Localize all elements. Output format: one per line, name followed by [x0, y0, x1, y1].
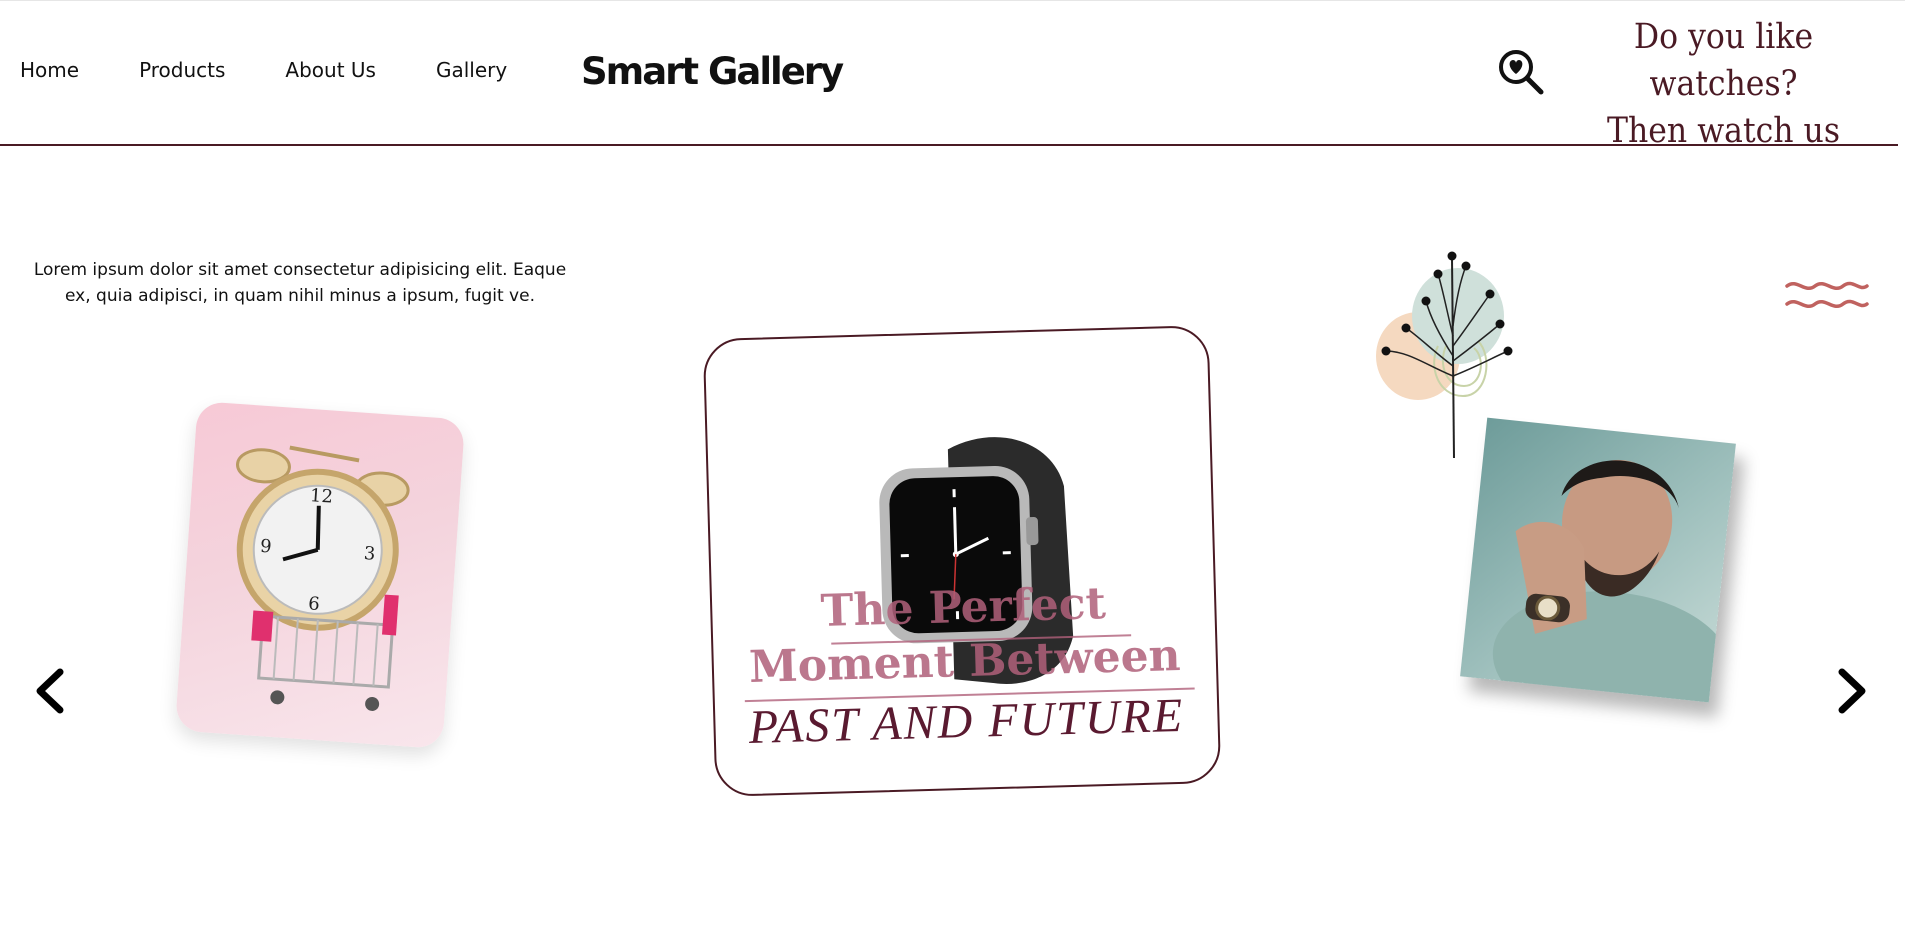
- slider-prev-button[interactable]: [30, 666, 70, 716]
- hero-description: Lorem ipsum dolor sit amet consectetur a…: [33, 260, 567, 306]
- search-button[interactable]: [1497, 48, 1545, 96]
- man-with-watch-image: [1492, 459, 1732, 703]
- slide-card-center[interactable]: The Perfect Moment Between PAST AND FUTU…: [702, 325, 1222, 797]
- alarm-clock-cart-image: 12 3 6 9: [236, 445, 410, 711]
- slide-card-left[interactable]: 12 3 6 9: [174, 401, 466, 749]
- nav-about-us[interactable]: About Us: [285, 58, 376, 82]
- svg-text:9: 9: [259, 536, 272, 558]
- tagline-line-1: Do you like watches?: [1633, 17, 1814, 104]
- heart-magnifier-icon: [1499, 50, 1544, 95]
- slider-next-button[interactable]: [1832, 666, 1872, 716]
- slide-title-line-2: Moment Between: [748, 629, 1182, 693]
- chevron-right-icon: [1838, 668, 1866, 714]
- tagline-line-2: Then watch us: [1606, 111, 1841, 151]
- svg-text:3: 3: [363, 543, 376, 565]
- chevron-left-icon: [36, 668, 64, 714]
- nav-products[interactable]: Products: [139, 58, 225, 82]
- nav-home[interactable]: Home: [20, 58, 79, 82]
- site-header: Home Products About Us Gallery Smart Gal…: [0, 0, 1898, 151]
- svg-text:12: 12: [309, 485, 333, 508]
- slide-title-line-3: PAST AND FUTURE: [748, 688, 1185, 755]
- svg-text:6: 6: [308, 593, 321, 615]
- wave-icon: [1785, 281, 1869, 308]
- main-nav: Home Products About Us Gallery: [20, 58, 567, 82]
- nav-gallery[interactable]: Gallery: [436, 58, 507, 82]
- tagline: Do you like watches? Then watch us: [1575, 14, 1872, 155]
- site-logo[interactable]: Smart Gallery: [581, 50, 844, 93]
- slide-card-right[interactable]: [1460, 417, 1736, 703]
